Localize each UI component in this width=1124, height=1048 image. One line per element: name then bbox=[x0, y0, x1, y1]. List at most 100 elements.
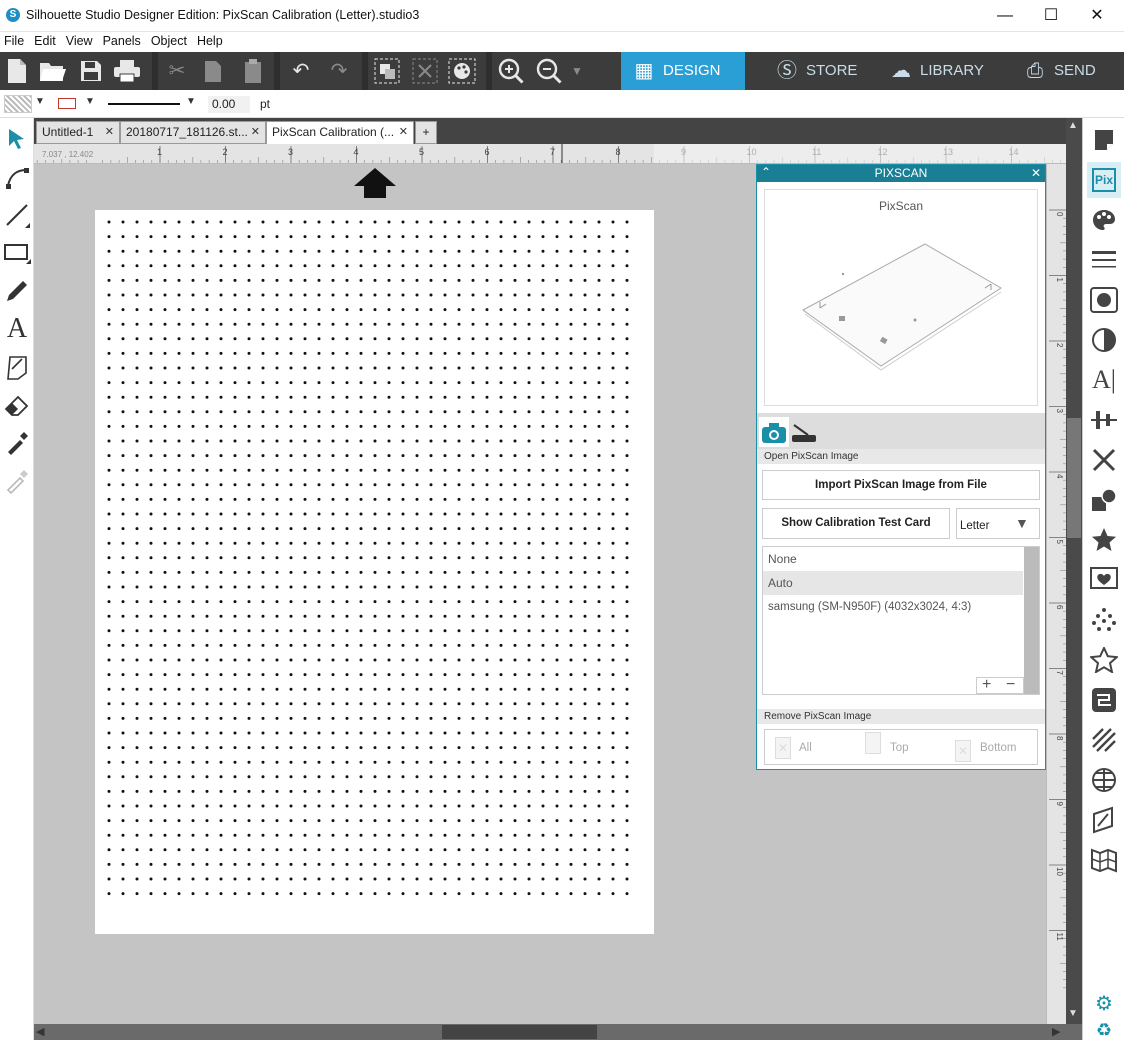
add-tab-button[interactable]: + bbox=[415, 121, 437, 144]
nav-design-tab[interactable]: ▦ DESIGN bbox=[621, 52, 745, 90]
text-style-icon[interactable]: A| bbox=[1087, 362, 1121, 398]
point-edit-tool-icon[interactable] bbox=[2, 160, 32, 194]
knife-tool-icon[interactable] bbox=[2, 350, 32, 384]
trace-star-outline-icon[interactable] bbox=[1087, 642, 1121, 678]
menu-object[interactable]: Object bbox=[146, 32, 192, 50]
show-calibration-card-button[interactable]: Show Calibration Test Card bbox=[762, 508, 950, 539]
scroll-left-icon[interactable]: ◀ bbox=[36, 1025, 44, 1038]
new-document-icon[interactable] bbox=[0, 56, 34, 86]
sync-icon[interactable]: ♻ bbox=[1087, 1012, 1121, 1048]
save-icon[interactable] bbox=[74, 56, 108, 86]
group-icon[interactable] bbox=[370, 56, 404, 86]
stitch-icon[interactable] bbox=[1087, 682, 1121, 718]
contrast-icon[interactable] bbox=[1087, 322, 1121, 358]
pencil-tool-icon[interactable] bbox=[2, 274, 32, 308]
menu-view[interactable]: View bbox=[61, 32, 98, 50]
fill-palette-icon[interactable] bbox=[445, 56, 479, 86]
fill-dropper-tool-icon[interactable] bbox=[2, 464, 32, 498]
cut-icon[interactable]: ✂ bbox=[160, 56, 194, 86]
ruler-tick-label: 3 bbox=[288, 147, 293, 157]
3d-fold-icon[interactable] bbox=[1087, 842, 1121, 878]
horizontal-scroll-thumb[interactable] bbox=[442, 1025, 597, 1039]
fill-swatch[interactable] bbox=[4, 95, 32, 113]
close-tab-icon[interactable]: ✕ bbox=[399, 122, 408, 143]
nav-library-tab[interactable]: ☁ LIBRARY bbox=[878, 52, 1002, 90]
close-panel-icon[interactable]: ✕ bbox=[1031, 165, 1041, 182]
camera-tab-icon[interactable] bbox=[759, 417, 789, 447]
doc-tab-20180717[interactable]: 20180717_181126.st... ✕ bbox=[120, 121, 266, 144]
calibration-page[interactable] bbox=[95, 210, 654, 934]
pixscan-panel-icon[interactable]: Pix bbox=[1087, 162, 1121, 198]
eyedropper-tool-icon[interactable] bbox=[2, 426, 32, 460]
print-icon[interactable] bbox=[110, 56, 144, 86]
undo-icon[interactable]: ↶ bbox=[284, 56, 318, 86]
doc-tab-pixscan-calibration[interactable]: PixScan Calibration (... ✕ bbox=[266, 121, 414, 144]
line-tool-icon[interactable] bbox=[2, 198, 32, 232]
offset-heart-icon[interactable] bbox=[1087, 562, 1121, 598]
warp-icon[interactable] bbox=[1087, 802, 1121, 838]
fill-color-icon[interactable] bbox=[1087, 202, 1121, 238]
ungroup-icon[interactable] bbox=[408, 56, 442, 86]
nav-store-tab[interactable]: Ⓢ STORE bbox=[764, 52, 874, 90]
horizontal-scrollbar[interactable]: ◀ ▶ bbox=[34, 1024, 1082, 1040]
align-icon[interactable] bbox=[1087, 402, 1121, 438]
collapse-panel-icon[interactable]: ⌃ bbox=[761, 164, 771, 181]
zoom-dropdown-icon[interactable]: ▼ bbox=[560, 56, 594, 86]
sketch-dots-icon[interactable] bbox=[1087, 602, 1121, 638]
modify-star-icon[interactable] bbox=[1087, 522, 1121, 558]
page-setup-icon[interactable] bbox=[1087, 122, 1121, 158]
minimize-button[interactable]: — bbox=[982, 0, 1028, 32]
toolbar-divider bbox=[486, 52, 492, 90]
select-tool-icon[interactable] bbox=[2, 122, 32, 156]
line-style-dropdown-icon[interactable]: ▼ bbox=[186, 96, 196, 107]
paper-size-select[interactable]: Letter ▼ bbox=[956, 508, 1040, 539]
import-pixscan-button[interactable]: Import PixScan Image from File bbox=[762, 470, 1040, 500]
eraser-tool-icon[interactable] bbox=[2, 388, 32, 422]
ruler-tick-label: 6 bbox=[485, 147, 490, 157]
scroll-down-icon[interactable]: ▼ bbox=[1068, 1008, 1078, 1019]
remove-top-button[interactable]: Top bbox=[890, 742, 909, 754]
maximize-button[interactable]: ☐ bbox=[1028, 0, 1074, 32]
text-tool-icon[interactable]: A bbox=[2, 312, 32, 346]
line-color-dropdown-icon[interactable]: ▼ bbox=[85, 96, 95, 107]
menu-file[interactable]: File bbox=[0, 32, 29, 50]
fill-dropdown-icon[interactable]: ▼ bbox=[35, 96, 45, 107]
close-window-button[interactable]: ✕ bbox=[1074, 0, 1120, 32]
menu-panels[interactable]: Panels bbox=[98, 32, 146, 50]
replicate-icon[interactable] bbox=[1087, 482, 1121, 518]
nav-send-tab[interactable]: ⎙ SEND bbox=[1012, 52, 1120, 90]
camera-list-scrollbar[interactable] bbox=[1024, 547, 1039, 694]
scroll-up-icon[interactable]: ▲ bbox=[1068, 120, 1078, 131]
rectangle-tool-icon[interactable] bbox=[2, 236, 32, 270]
line-style-icon[interactable] bbox=[1087, 242, 1121, 278]
close-tab-icon[interactable]: ✕ bbox=[251, 122, 260, 143]
remove-bottom-button[interactable]: Bottom bbox=[980, 742, 1016, 754]
menu-edit[interactable]: Edit bbox=[29, 32, 61, 50]
doc-tab-untitled[interactable]: Untitled-1 ✕ bbox=[36, 121, 120, 144]
add-camera-button[interactable]: + bbox=[982, 676, 991, 694]
line-style-preview[interactable] bbox=[108, 103, 180, 105]
scroll-right-icon[interactable]: ▶ bbox=[1052, 1025, 1060, 1038]
line-width-input[interactable]: 0.00 bbox=[208, 96, 250, 113]
menu-help[interactable]: Help bbox=[192, 32, 228, 50]
line-color-swatch[interactable] bbox=[58, 98, 76, 109]
vertical-scroll-thumb[interactable] bbox=[1067, 418, 1081, 538]
camera-option-none[interactable]: None bbox=[763, 547, 1023, 571]
open-folder-icon[interactable] bbox=[36, 56, 70, 86]
hatch-fill-icon[interactable] bbox=[1087, 722, 1121, 758]
camera-option-auto[interactable]: Auto bbox=[763, 571, 1023, 595]
image-trace-icon[interactable] bbox=[1087, 282, 1121, 318]
ruler-tick-label: 9 bbox=[1055, 802, 1064, 807]
scanner-tab-icon[interactable] bbox=[789, 417, 819, 447]
close-tab-icon[interactable]: ✕ bbox=[105, 122, 114, 143]
nesting-globe-icon[interactable] bbox=[1087, 762, 1121, 798]
vertical-scrollbar[interactable]: ▲ ▼ bbox=[1066, 118, 1082, 1024]
camera-option-samsung[interactable]: samsung (SM-N950F) (4032x3024, 4:3) bbox=[763, 595, 1023, 619]
remove-all-button[interactable]: All bbox=[799, 742, 812, 754]
redo-icon[interactable]: ↷ bbox=[322, 56, 356, 86]
paste-icon[interactable] bbox=[236, 56, 270, 86]
remove-camera-button[interactable]: − bbox=[1006, 676, 1015, 694]
transform-icon[interactable] bbox=[1087, 442, 1121, 478]
copy-icon[interactable] bbox=[196, 56, 230, 86]
zoom-in-icon[interactable] bbox=[494, 56, 528, 86]
